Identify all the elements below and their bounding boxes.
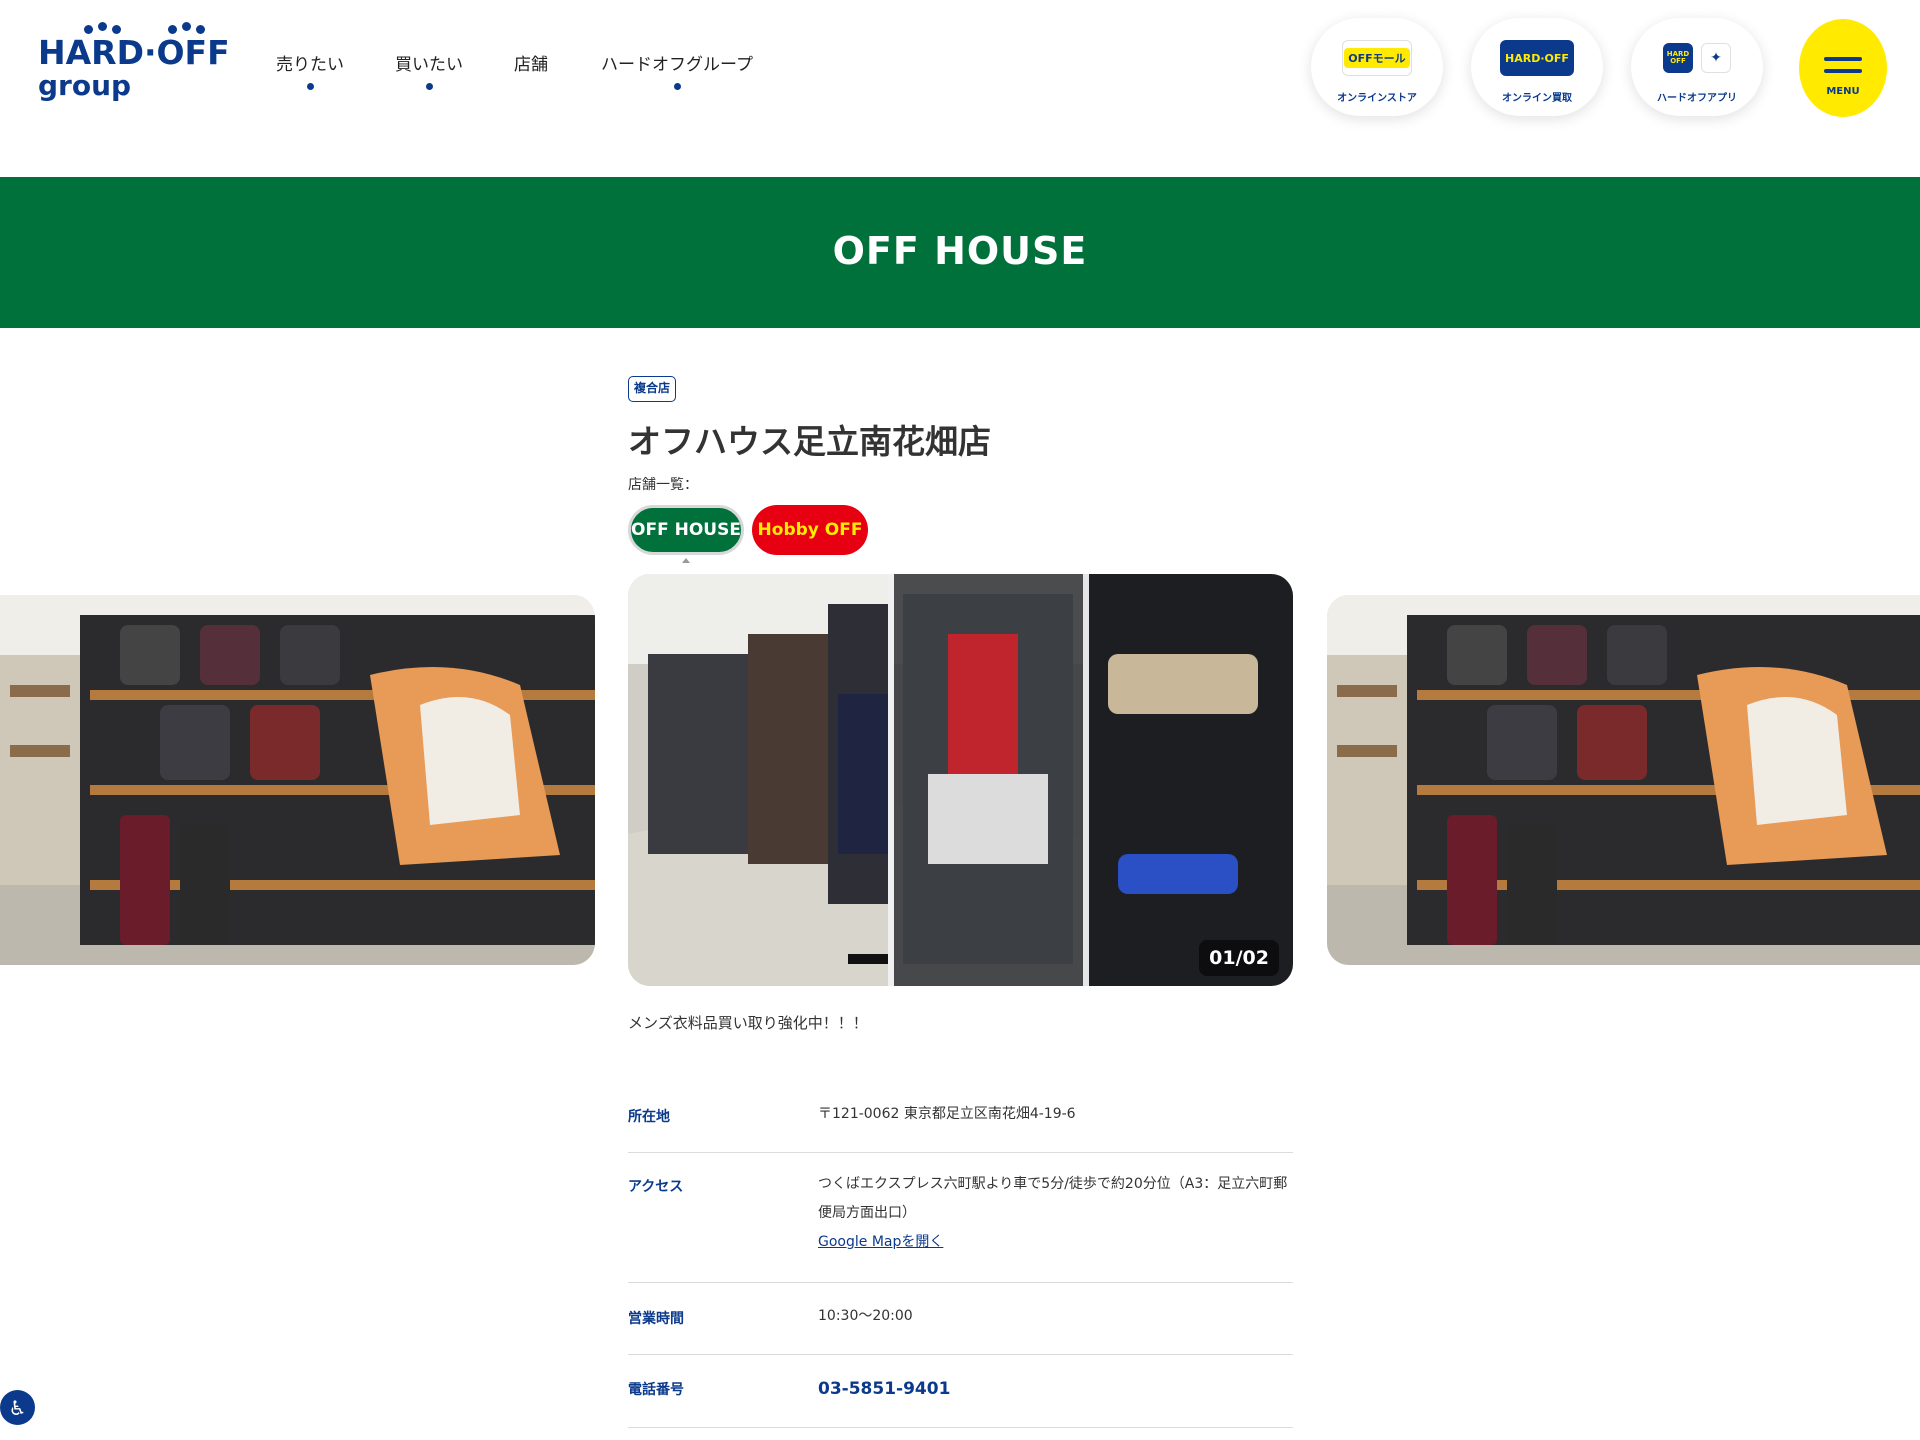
store-list-label: 店舗一覧： (628, 477, 698, 493)
access-key: アクセス (628, 1179, 684, 1195)
sparkle-app-icon: ✦ (1701, 43, 1731, 73)
phone-link[interactable]: 03-5851-9401 (818, 1379, 950, 1399)
carousel-prev-slide[interactable] (0, 595, 595, 965)
nav-dot (426, 83, 433, 90)
online-store-label: オンラインストア (1337, 93, 1417, 104)
store-photo-mens-clothing (628, 574, 1293, 986)
site-header: HARD·OFF group 売りたい 買いたい 店舗 ハードオフグループ OF… (0, 0, 1920, 177)
menu-label: MENU (1826, 86, 1860, 97)
store-title: オフハウス足立南花畑店 (628, 422, 991, 461)
carousel-counter: 01/02 (1199, 940, 1279, 976)
hobbyoff-brand-button[interactable]: Hobby OFF (752, 505, 868, 555)
off-mall-icon: OFFモール (1342, 40, 1412, 76)
phone-value: 03-5851-9401 (818, 1375, 1293, 1405)
info-row-access: アクセス つくばエクスプレス六町駅より車で5分/徒歩で約20分位（A3：足立六町… (628, 1153, 1293, 1283)
nav-buy-label: 買いたい (395, 55, 463, 75)
nav-group[interactable]: ハードオフグループ (601, 50, 753, 90)
nav-group-label: ハードオフグループ (601, 55, 753, 75)
brand-banner: OFF HOUSE (0, 177, 1920, 328)
access-value: つくばエクスプレス六町駅より車で5分/徒歩で約20分位（A3：足立六町郵便局方面… (818, 1170, 1293, 1257)
online-store-button[interactable]: OFFモール オンラインストア (1311, 18, 1443, 116)
store-photo-baby-goods (1327, 595, 1920, 965)
carousel-current-slide[interactable]: 01/02 (628, 574, 1293, 986)
access-text: つくばエクスプレス六町駅より車で5分/徒歩で約20分位（A3：足立六町郵便局方面… (818, 1176, 1288, 1221)
nav-stores-label: 店舗 (514, 55, 548, 75)
nav-stores[interactable]: 店舗 (492, 42, 548, 84)
logo-wordmark: HARD·OFF (38, 33, 230, 72)
store-comment: メンズ衣料品買い取り強化中！！！ (628, 1014, 868, 1032)
active-brand-caret-icon (682, 558, 690, 563)
nav-buy[interactable]: 買いたい (395, 50, 463, 90)
delivery-purchase-icon-text: HARD·OFF (1505, 51, 1569, 65)
nav-dot (307, 83, 314, 90)
info-row-hours: 営業時間 10:30〜20:00 (628, 1283, 1293, 1355)
menu-button[interactable]: MENU (1799, 19, 1887, 117)
offhouse-logo: OFF HOUSE (832, 229, 1088, 273)
accessibility-icon[interactable]: ♿ (0, 1390, 35, 1425)
logo-group-text: group (38, 69, 132, 102)
google-map-link[interactable]: Google Mapを開く (818, 1234, 943, 1250)
store-photo-baby-goods (0, 595, 595, 965)
nav-sell-label: 売りたい (276, 55, 344, 75)
menu-bar-icon (1824, 69, 1862, 73)
address-key: 所在地 (628, 1109, 670, 1125)
store-type-badge: 複合店 (628, 376, 677, 402)
online-purchase-label: オンライン買取 (1502, 93, 1572, 104)
hardoff-app-icon: HARD OFF (1663, 43, 1693, 73)
delivery-purchase-icon: HARD·OFF (1500, 40, 1574, 76)
hardoff-group-logo[interactable]: HARD·OFF group (38, 22, 230, 108)
hours-value: 10:30〜20:00 (818, 1308, 913, 1324)
nav-sell[interactable]: 売りたい (276, 50, 344, 90)
carousel-next-slide[interactable] (1327, 595, 1920, 965)
info-row-phone: 電話番号 03-5851-9401 (628, 1355, 1293, 1428)
app-icons: HARD OFF ✦ (1660, 40, 1734, 76)
nav-dot (673, 83, 681, 90)
off-mall-icon-text: OFFモール (1344, 48, 1410, 68)
phone-key: 電話番号 (628, 1382, 684, 1398)
hardoff-app-button[interactable]: HARD OFF ✦ ハードオフアプリ (1631, 18, 1763, 116)
info-row-address: 所在地 〒121-0062 東京都足立区南花畑4-19-6 (628, 1100, 1293, 1153)
offhouse-brand-button[interactable]: OFF HOUSE (628, 505, 744, 555)
menu-bar-icon (1824, 57, 1862, 61)
hours-key: 営業時間 (628, 1311, 684, 1327)
address-value: 〒121-0062 東京都足立区南花畑4-19-6 (818, 1106, 1076, 1122)
online-purchase-button[interactable]: HARD·OFF オンライン買取 (1471, 18, 1603, 116)
hardoff-app-label: ハードオフアプリ (1657, 93, 1737, 104)
